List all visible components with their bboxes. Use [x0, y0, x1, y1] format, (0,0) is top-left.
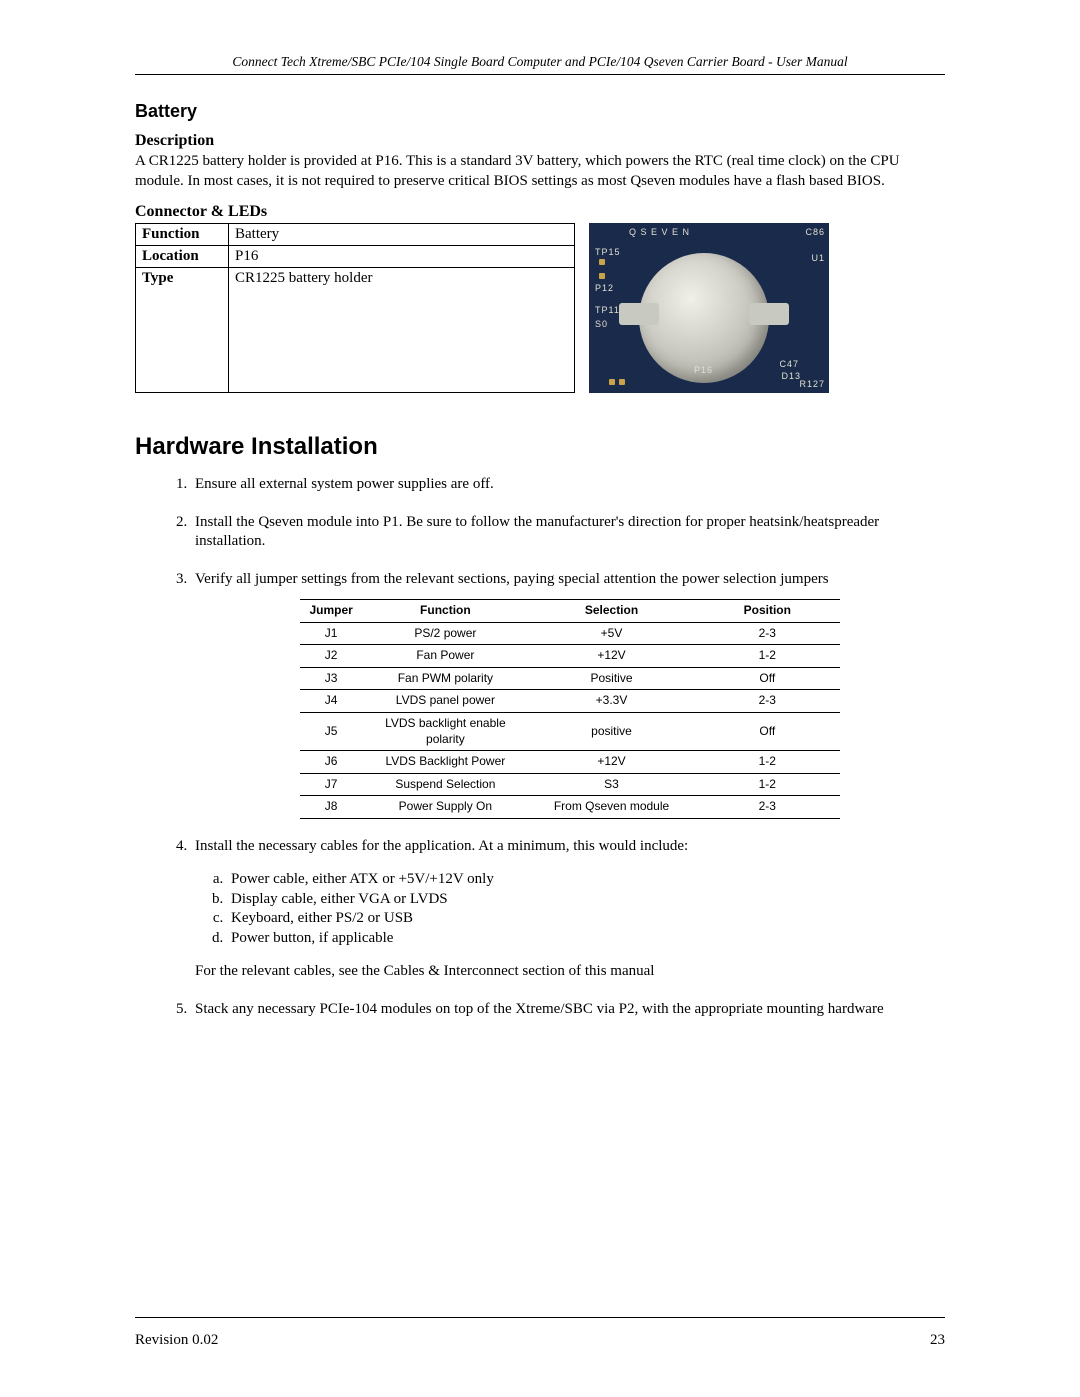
jumper-cell: J6 [300, 751, 362, 774]
conn-type-label: Type [136, 268, 229, 393]
silk-c86: C86 [805, 227, 825, 237]
footer-revision: Revision 0.02 [135, 1332, 218, 1349]
jumper-row: J2Fan Power+12V1-2 [300, 645, 840, 668]
silk-p16: P16 [694, 365, 713, 375]
jumper-cell: LVDS backlight enable polarity [362, 712, 528, 750]
jumper-cell: Suspend Selection [362, 773, 528, 796]
pcb-pad-icon [619, 379, 625, 385]
silk-r127: R127 [799, 379, 825, 389]
silk-tp11: TP11 [595, 305, 620, 315]
jumper-row: J3Fan PWM polarityPositiveOff [300, 667, 840, 690]
jumper-cell: J7 [300, 773, 362, 796]
jumper-cell: 1-2 [695, 751, 840, 774]
jumper-cell: PS/2 power [362, 622, 528, 645]
jumper-cell: +3.3V [528, 690, 694, 713]
cables-followup: For the relevant cables, see the Cables … [195, 962, 945, 982]
jumper-row: J8Power Supply OnFrom Qseven module2-3 [300, 796, 840, 819]
jumper-row: J6LVDS Backlight Power+12V1-2 [300, 751, 840, 774]
conn-location-value: P16 [229, 246, 575, 268]
jumper-cell: 2-3 [695, 690, 840, 713]
cable-b: Display cable, either VGA or LVDS [227, 890, 945, 910]
jumper-cell: From Qseven module [528, 796, 694, 819]
jumper-cell: Power Supply On [362, 796, 528, 819]
footer-page-number: 23 [930, 1332, 945, 1349]
cable-list: Power cable, either ATX or +5V/+12V only… [195, 870, 945, 948]
step-3-text: Verify all jumper settings from the rele… [195, 571, 829, 587]
jumper-cell: Fan Power [362, 645, 528, 668]
jumper-cell: J1 [300, 622, 362, 645]
jumper-row: J4LVDS panel power+3.3V2-3 [300, 690, 840, 713]
jumper-cell: +12V [528, 645, 694, 668]
install-steps: Ensure all external system power supplie… [135, 475, 945, 1019]
jumper-row: J1PS/2 power+5V2-3 [300, 622, 840, 645]
silk-c47: C47 [779, 359, 799, 369]
description-heading: Description [135, 132, 945, 150]
battery-clip-right [749, 303, 789, 325]
jumper-cell: J8 [300, 796, 362, 819]
step-2: Install the Qseven module into P1. Be su… [191, 513, 945, 552]
silk-tp12: P12 [595, 283, 614, 293]
jumper-row: J5LVDS backlight enable polaritypositive… [300, 712, 840, 750]
jumper-th-selection: Selection [528, 600, 694, 623]
jumper-cell: LVDS Backlight Power [362, 751, 528, 774]
silk-brand: Q S E V E N [629, 227, 690, 237]
jumper-cell: Fan PWM polarity [362, 667, 528, 690]
jumper-cell: +5V [528, 622, 694, 645]
pcb-pad-icon [599, 259, 605, 265]
conn-location-label: Location [136, 246, 229, 268]
cable-d: Power button, if applicable [227, 929, 945, 949]
cable-a: Power cable, either ATX or +5V/+12V only [227, 870, 945, 890]
battery-photo: Q S E V E N TP15 P12 TP11 S0 C86 U1 P16 … [589, 223, 829, 393]
jumper-cell: Positive [528, 667, 694, 690]
connector-table: Function Battery Location P16 Type CR122… [135, 223, 575, 393]
jumper-th-jumper: Jumper [300, 600, 362, 623]
jumper-table: Jumper Function Selection Position J1PS/… [300, 599, 840, 819]
jumper-th-function: Function [362, 600, 528, 623]
jumper-th-position: Position [695, 600, 840, 623]
jumper-cell: positive [528, 712, 694, 750]
connector-heading: Connector & LEDs [135, 203, 945, 221]
jumper-cell: +12V [528, 751, 694, 774]
header-rule [135, 74, 945, 75]
jumper-cell: J4 [300, 690, 362, 713]
conn-function-label: Function [136, 224, 229, 246]
jumper-cell: 1-2 [695, 645, 840, 668]
silk-tp15: TP15 [595, 247, 621, 257]
jumper-cell: 1-2 [695, 773, 840, 796]
jumper-cell: Off [695, 712, 840, 750]
jumper-cell: 2-3 [695, 622, 840, 645]
jumper-cell: J5 [300, 712, 362, 750]
pcb-pad-icon [609, 379, 615, 385]
description-text: A CR1225 battery holder is provided at P… [135, 152, 945, 191]
step-3: Verify all jumper settings from the rele… [191, 570, 945, 819]
step-4-text: Install the necessary cables for the app… [195, 838, 688, 854]
jumper-cell: LVDS panel power [362, 690, 528, 713]
jumper-cell: J2 [300, 645, 362, 668]
step-5: Stack any necessary PCIe-104 modules on … [191, 1000, 945, 1020]
jumper-cell: 2-3 [695, 796, 840, 819]
silk-d13: D13 [781, 371, 801, 381]
silk-u1: U1 [811, 253, 825, 263]
hardware-installation-title: Hardware Installation [135, 433, 945, 461]
battery-title: Battery [135, 101, 945, 122]
silk-s0: S0 [595, 319, 608, 329]
battery-clip-left [619, 303, 659, 325]
jumper-cell: J3 [300, 667, 362, 690]
jumper-row: J7Suspend SelectionS31-2 [300, 773, 840, 796]
conn-type-value: CR1225 battery holder [229, 268, 575, 393]
jumper-cell: Off [695, 667, 840, 690]
conn-function-value: Battery [229, 224, 575, 246]
cable-c: Keyboard, either PS/2 or USB [227, 909, 945, 929]
step-4: Install the necessary cables for the app… [191, 837, 945, 982]
jumper-cell: S3 [528, 773, 694, 796]
pcb-pad-icon [599, 273, 605, 279]
footer-rule [135, 1317, 945, 1318]
page-header: Connect Tech Xtreme/SBC PCIe/104 Single … [135, 54, 945, 74]
step-1: Ensure all external system power supplie… [191, 475, 945, 495]
